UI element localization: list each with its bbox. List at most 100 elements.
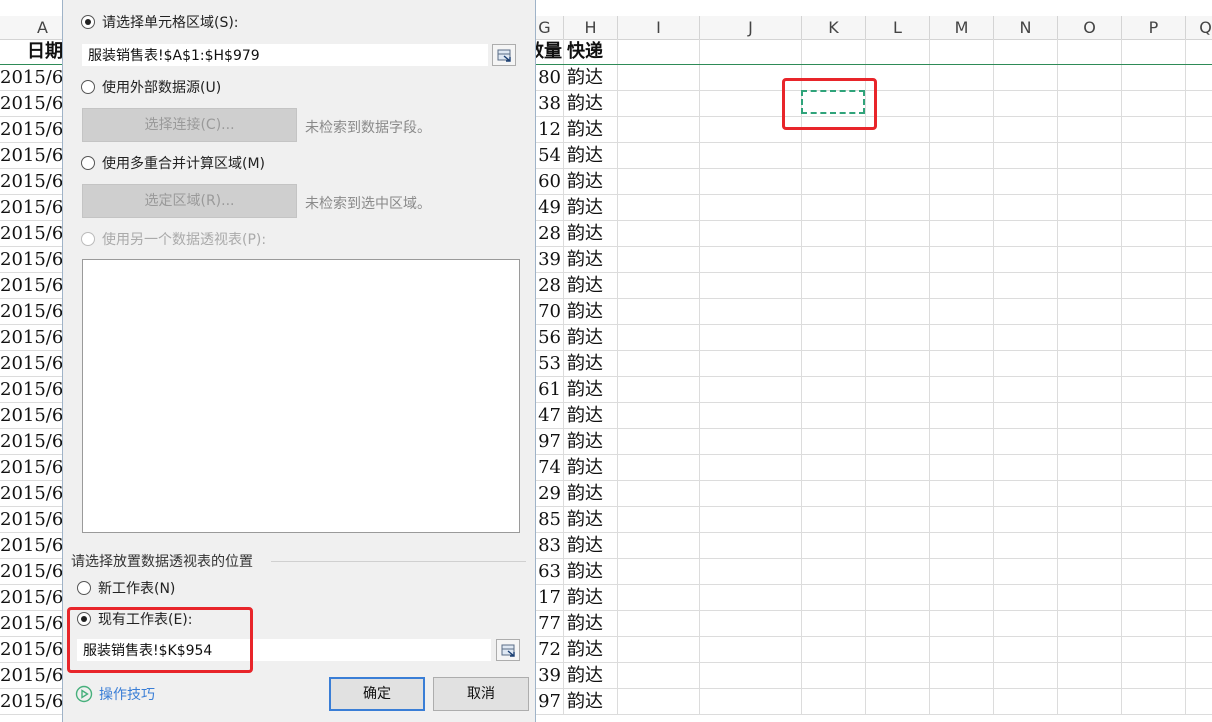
cell[interactable] xyxy=(994,663,1058,689)
cell[interactable] xyxy=(1122,403,1186,429)
multi-consolidation-radio[interactable] xyxy=(81,156,95,170)
cell[interactable] xyxy=(618,611,700,637)
cell[interactable] xyxy=(1186,403,1212,429)
column-header-m[interactable]: M xyxy=(930,16,994,40)
courier-cell[interactable]: 韵达 xyxy=(564,585,618,611)
cell[interactable] xyxy=(930,429,994,455)
cell[interactable] xyxy=(700,325,802,351)
cell[interactable] xyxy=(1058,299,1122,325)
column-header-q[interactable]: Q xyxy=(1186,16,1212,40)
cell[interactable] xyxy=(1058,403,1122,429)
cell[interactable] xyxy=(930,377,994,403)
cell[interactable] xyxy=(618,585,700,611)
cell[interactable] xyxy=(1122,533,1186,559)
cell[interactable] xyxy=(618,117,700,143)
select-range-option[interactable]: 请选择单元格区域(S): xyxy=(81,11,239,33)
column-header-n[interactable]: N xyxy=(994,16,1058,40)
cell[interactable] xyxy=(700,559,802,585)
cell[interactable] xyxy=(930,481,994,507)
cell[interactable] xyxy=(802,273,866,299)
cell[interactable] xyxy=(1186,65,1212,91)
courier-cell[interactable]: 韵达 xyxy=(564,403,618,429)
external-source-radio[interactable] xyxy=(81,80,95,94)
external-source-option[interactable]: 使用外部数据源(U) xyxy=(81,76,221,98)
courier-cell[interactable]: 韵达 xyxy=(564,351,618,377)
courier-cell[interactable]: 韵达 xyxy=(564,169,618,195)
cell[interactable] xyxy=(618,65,700,91)
courier-cell[interactable]: 韵达 xyxy=(564,195,618,221)
cell[interactable] xyxy=(1122,351,1186,377)
courier-cell[interactable]: 韵达 xyxy=(564,325,618,351)
cell[interactable] xyxy=(1186,637,1212,663)
cell[interactable] xyxy=(1122,273,1186,299)
cell[interactable] xyxy=(994,351,1058,377)
cell[interactable] xyxy=(994,91,1058,117)
cell[interactable] xyxy=(866,533,930,559)
pivot-table-listbox[interactable] xyxy=(82,259,520,533)
column-header-k[interactable]: K xyxy=(802,16,866,40)
cell[interactable] xyxy=(618,247,700,273)
cell[interactable] xyxy=(802,299,866,325)
cell[interactable] xyxy=(930,273,994,299)
cell[interactable] xyxy=(930,117,994,143)
cell[interactable] xyxy=(618,455,700,481)
cell[interactable] xyxy=(930,585,994,611)
cell[interactable] xyxy=(618,507,700,533)
cell[interactable] xyxy=(930,65,994,91)
courier-cell[interactable]: 韵达 xyxy=(564,455,618,481)
cell[interactable] xyxy=(994,611,1058,637)
cell[interactable] xyxy=(1186,559,1212,585)
cell[interactable] xyxy=(994,637,1058,663)
column-header-j[interactable]: J xyxy=(700,16,802,40)
cell[interactable] xyxy=(1058,195,1122,221)
cell[interactable] xyxy=(866,117,930,143)
cell[interactable] xyxy=(618,351,700,377)
cell[interactable] xyxy=(618,481,700,507)
cell[interactable] xyxy=(700,481,802,507)
cell[interactable] xyxy=(618,533,700,559)
cell[interactable] xyxy=(700,455,802,481)
cell[interactable] xyxy=(930,325,994,351)
courier-cell[interactable]: 韵达 xyxy=(564,273,618,299)
cell[interactable] xyxy=(618,377,700,403)
cell[interactable] xyxy=(1058,91,1122,117)
cell[interactable] xyxy=(618,169,700,195)
cell[interactable] xyxy=(618,39,700,65)
cell[interactable] xyxy=(1122,585,1186,611)
cell[interactable] xyxy=(700,585,802,611)
cell[interactable] xyxy=(1186,247,1212,273)
cell[interactable] xyxy=(1058,39,1122,65)
cell[interactable] xyxy=(1122,611,1186,637)
cell[interactable] xyxy=(930,221,994,247)
cell[interactable] xyxy=(994,689,1058,715)
range-picker-button[interactable] xyxy=(492,44,516,66)
cell[interactable] xyxy=(802,221,866,247)
cell[interactable] xyxy=(866,195,930,221)
cell[interactable] xyxy=(994,169,1058,195)
cell[interactable] xyxy=(1058,585,1122,611)
cell[interactable] xyxy=(700,195,802,221)
courier-cell[interactable]: 韵达 xyxy=(564,481,618,507)
courier-cell[interactable]: 韵达 xyxy=(564,247,618,273)
cell[interactable] xyxy=(1186,611,1212,637)
new-sheet-radio[interactable] xyxy=(77,581,91,595)
cell[interactable] xyxy=(1186,507,1212,533)
cell[interactable] xyxy=(802,611,866,637)
cell[interactable] xyxy=(1058,611,1122,637)
cell[interactable] xyxy=(700,637,802,663)
cell[interactable] xyxy=(930,663,994,689)
cell[interactable] xyxy=(1186,39,1212,65)
cell[interactable] xyxy=(700,169,802,195)
cell[interactable] xyxy=(618,325,700,351)
cell[interactable] xyxy=(866,455,930,481)
cell[interactable] xyxy=(866,221,930,247)
cell[interactable] xyxy=(1058,481,1122,507)
cell[interactable] xyxy=(802,429,866,455)
location-picker-button[interactable] xyxy=(496,639,520,661)
cell[interactable] xyxy=(802,39,866,65)
courier-cell[interactable]: 韵达 xyxy=(564,65,618,91)
cell[interactable] xyxy=(930,39,994,65)
cell[interactable] xyxy=(802,481,866,507)
cell[interactable] xyxy=(1186,351,1212,377)
cell[interactable] xyxy=(930,689,994,715)
